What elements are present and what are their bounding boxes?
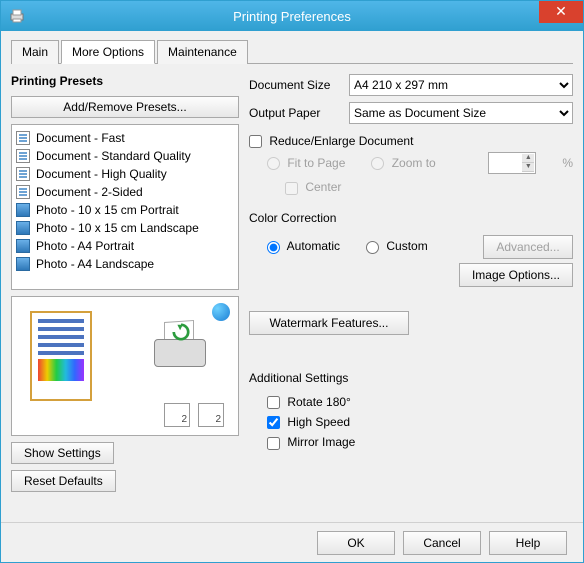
watermark-features-button[interactable]: Watermark Features... [249,311,409,335]
zoom-to-label: Zoom to [392,156,436,170]
ok-button[interactable]: OK [317,531,395,555]
advanced-button: Advanced... [483,235,573,259]
rotate-180-label: Rotate 180° [287,395,351,409]
preset-item[interactable]: Document - High Quality [16,165,234,183]
photo-icon [16,203,30,217]
color-correction-label: Color Correction [249,211,573,225]
help-button[interactable]: Help [489,531,567,555]
tab-maintenance[interactable]: Maintenance [157,40,248,64]
window-title: Printing Preferences [1,9,583,24]
high-speed-label: High Speed [287,415,350,429]
dialog-window: Printing Preferences ✕ Main More Options… [0,0,584,563]
show-settings-button[interactable]: Show Settings [11,442,114,464]
center-label: Center [305,180,341,194]
add-remove-presets-button[interactable]: Add/Remove Presets... [11,96,239,118]
document-size-label: Document Size [249,78,343,92]
preview-document-icon [30,311,92,401]
preset-item[interactable]: Document - 2-Sided [16,183,234,201]
dialog-footer: OK Cancel Help [1,522,583,562]
output-paper-label: Output Paper [249,106,343,120]
reduce-enlarge-checkbox[interactable]: Reduce/Enlarge Document [249,134,413,148]
preset-label: Document - 2-Sided [36,185,143,199]
preset-item[interactable]: Photo - 10 x 15 cm Landscape [16,219,234,237]
percent-label: % [562,156,573,170]
document-size-select[interactable]: A4 210 x 297 mm [349,74,573,96]
preset-label: Document - Fast [36,131,125,145]
preset-item[interactable]: Photo - 10 x 15 cm Portrait [16,201,234,219]
preset-label: Photo - A4 Portrait [36,239,134,253]
document-icon [16,185,30,199]
mirror-image-label: Mirror Image [287,435,355,449]
image-options-button[interactable]: Image Options... [459,263,573,287]
color-custom-radio[interactable]: Custom [366,239,428,253]
rotate-180-checkbox[interactable]: Rotate 180° [267,395,573,409]
preset-item[interactable]: Photo - A4 Portrait [16,237,234,255]
output-paper-select[interactable]: Same as Document Size [349,102,573,124]
presets-heading: Printing Presets [11,74,239,88]
titlebar: Printing Preferences ✕ [1,1,583,31]
preset-item[interactable]: Document - Fast [16,129,234,147]
tab-more-options[interactable]: More Options [61,40,155,64]
photo-icon [16,257,30,271]
refresh-icon [212,303,230,321]
document-icon [16,131,30,145]
preset-item[interactable]: Photo - A4 Landscape [16,255,234,273]
reset-defaults-button[interactable]: Reset Defaults [11,470,116,492]
close-button[interactable]: ✕ [539,1,583,23]
photo-icon [16,221,30,235]
document-icon [16,167,30,181]
zoom-to-radio: Zoom to [371,156,435,170]
preset-list[interactable]: Document - Fast Document - Standard Qual… [11,124,239,290]
collate-icon: 2 2 [164,403,224,427]
fit-to-page-label: Fit to Page [287,156,345,170]
preset-label: Document - Standard Quality [36,149,191,163]
center-checkbox: Center [285,180,341,194]
fit-to-page-radio: Fit to Page [267,156,345,170]
cancel-button[interactable]: Cancel [403,531,481,555]
preset-label: Photo - A4 Landscape [36,257,154,271]
right-column: Document Size A4 210 x 297 mm Output Pap… [249,72,573,518]
preview-pane: 2 2 [11,296,239,436]
photo-icon [16,239,30,253]
preset-label: Photo - 10 x 15 cm Landscape [36,221,199,235]
preset-label: Photo - 10 x 15 cm Portrait [36,203,179,217]
mirror-image-checkbox[interactable]: Mirror Image [267,435,573,449]
tabstrip: Main More Options Maintenance [11,39,573,64]
additional-settings-label: Additional Settings [249,371,573,385]
tab-main[interactable]: Main [11,40,59,64]
preview-printer-icon [152,321,208,367]
content-area: Main More Options Maintenance Printing P… [1,31,583,522]
tab-body: Printing Presets Add/Remove Presets... D… [11,72,573,518]
left-column: Printing Presets Add/Remove Presets... D… [11,72,239,518]
zoom-percent-spinner: ▲▼ [488,152,536,174]
document-icon [16,149,30,163]
color-custom-label: Custom [386,239,427,253]
color-automatic-radio[interactable]: Automatic [267,239,340,253]
high-speed-checkbox[interactable]: High Speed [267,415,573,429]
preset-item[interactable]: Document - Standard Quality [16,147,234,165]
preset-label: Document - High Quality [36,167,167,181]
reduce-enlarge-label: Reduce/Enlarge Document [269,134,413,148]
color-automatic-label: Automatic [287,239,340,253]
